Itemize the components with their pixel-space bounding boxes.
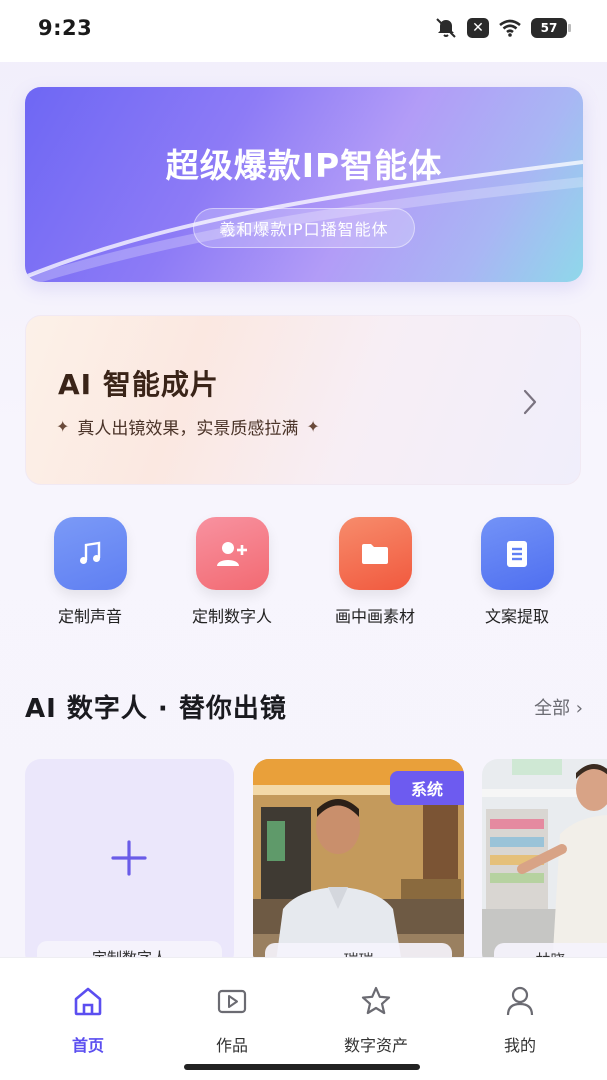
star-icon xyxy=(361,986,391,1015)
nav-label: 数字资产 xyxy=(343,1036,408,1055)
mute-icon xyxy=(436,18,456,38)
battery-icon: 57 xyxy=(531,18,571,38)
section-title: AI 数字人 · 替你出镜 xyxy=(25,694,287,724)
ai-card-description: ✦ 真人出镜效果，实景质感拉满 ✦ xyxy=(56,414,320,439)
music-note-icon xyxy=(53,517,127,590)
sparkle-icon: ✦ xyxy=(56,417,70,436)
sparkle-icon: ✦ xyxy=(306,417,320,436)
nav-home[interactable]: 首页 xyxy=(33,984,143,1056)
status-bar: 9:23 ✕ 57 xyxy=(0,0,607,62)
feature-pip-assets[interactable]: 画中画素材 xyxy=(315,517,435,627)
home-icon xyxy=(74,987,102,1016)
feature-script-extract[interactable]: 文案提取 xyxy=(457,517,577,627)
feature-label: 文案提取 xyxy=(484,607,549,626)
digital-human-card[interactable]: 林晓 xyxy=(482,759,607,969)
feature-label: 画中画素材 xyxy=(334,607,415,626)
nav-works[interactable]: 作品 xyxy=(177,984,287,1056)
nav-profile[interactable]: 我的 xyxy=(465,984,575,1056)
feature-custom-avatar[interactable]: 定制数字人 xyxy=(172,517,292,627)
digital-human-photo xyxy=(482,759,607,969)
add-digital-human-card[interactable]: 定制数字人 xyxy=(25,759,234,971)
ai-card-description-text: 真人出镜效果，实景质感拉满 xyxy=(77,419,299,439)
wifi-icon xyxy=(499,19,521,37)
bottom-navigation: 首页 作品 数字资产 我的 xyxy=(0,957,607,1080)
user-icon xyxy=(506,986,534,1016)
digital-human-card[interactable]: 系统 瑞瑞 xyxy=(253,759,464,969)
feature-custom-voice[interactable]: 定制声音 xyxy=(30,517,150,627)
add-user-icon xyxy=(195,517,269,590)
ai-smart-video-card[interactable]: AI 智能成片 ✦ 真人出镜效果，实景质感拉满 ✦ xyxy=(25,315,581,485)
banner-subtitle: 羲和爆款IP口播智能体 xyxy=(193,208,415,248)
view-all-link[interactable]: 全部 › xyxy=(534,694,583,720)
feature-label: 定制数字人 xyxy=(191,607,272,626)
video-icon xyxy=(217,989,247,1014)
feature-label: 定制声音 xyxy=(57,607,122,626)
document-icon xyxy=(480,517,554,590)
home-indicator xyxy=(184,1064,420,1070)
nav-label: 作品 xyxy=(215,1036,248,1055)
nav-label: 我的 xyxy=(503,1036,536,1055)
status-time: 9:23 xyxy=(38,16,93,40)
chevron-right-icon xyxy=(523,389,537,415)
folder-icon xyxy=(338,517,412,590)
nav-digital-assets[interactable]: 数字资产 xyxy=(321,984,431,1056)
banner-title: 超级爆款IP智能体 xyxy=(165,146,443,185)
ai-card-title: AI 智能成片 xyxy=(58,368,219,401)
nav-label: 首页 xyxy=(71,1036,104,1055)
system-tag: 系统 xyxy=(390,771,464,805)
status-icons: ✕ 57 xyxy=(434,17,571,39)
promo-banner[interactable]: 超级爆款IP智能体 羲和爆款IP口播智能体 xyxy=(25,87,583,282)
x-icon: ✕ xyxy=(467,18,489,38)
plus-icon xyxy=(111,840,147,876)
